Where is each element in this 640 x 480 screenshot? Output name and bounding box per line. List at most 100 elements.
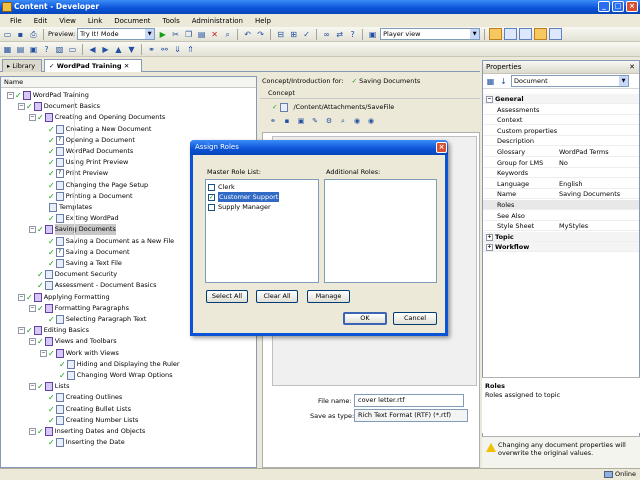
tree-expand-icon[interactable]: − xyxy=(7,92,14,99)
property-row[interactable]: Language English xyxy=(483,179,639,189)
role-item[interactable]: Clerk xyxy=(206,182,318,192)
ok-button[interactable]: OK xyxy=(343,312,387,325)
tree-item[interactable]: − ✓ Creating and Opening Documents xyxy=(29,112,165,123)
tree-item[interactable]: − ✓ Applying Formatting xyxy=(18,292,110,303)
help-icon[interactable]: ? xyxy=(347,29,358,40)
tree-item[interactable]: −✓Assessment - Document Basics xyxy=(29,280,157,291)
properties-object-select[interactable]: Document ▼ xyxy=(511,75,629,87)
tree-expand-icon[interactable]: − xyxy=(29,114,36,122)
property-row[interactable]: Custom properties xyxy=(483,126,639,136)
role-checkbox[interactable] xyxy=(208,183,215,191)
concept-zoom-icon[interactable]: ⌕ xyxy=(338,116,348,127)
link-icon[interactable]: ⚭ xyxy=(146,44,157,55)
property-row[interactable]: Name Saving Documents xyxy=(483,189,639,200)
property-row[interactable]: Style Sheet MyStyles xyxy=(483,221,639,232)
role-item[interactable]: Supply Manager xyxy=(206,202,318,212)
spell-icon[interactable]: ✓ xyxy=(301,29,312,40)
save-icon[interactable]: ▪ xyxy=(15,29,26,40)
property-expand-icon[interactable]: − xyxy=(486,96,493,103)
role-item[interactable]: ✓ Customer Support xyxy=(206,192,318,202)
tree-item[interactable]: −✓Creating Bullet Lists xyxy=(40,404,131,415)
new-concept-icon[interactable]: ▧ xyxy=(54,44,65,55)
player-view-select[interactable]: Player view ▼ xyxy=(380,28,481,40)
tree-expand-icon[interactable]: − xyxy=(29,383,36,391)
preview-go-icon[interactable]: ▶ xyxy=(157,29,168,40)
concept-save-icon[interactable]: ▪ xyxy=(282,116,292,127)
menu-view[interactable]: View xyxy=(53,17,82,25)
tree-item[interactable]: −✓WordPad Documents xyxy=(40,146,133,157)
tree-item[interactable]: −✓Saving a Document as a New File xyxy=(40,236,174,247)
master-role-list[interactable]: Clerk ✓ Customer Support Supply Manager xyxy=(205,179,319,283)
property-expand-icon[interactable]: + xyxy=(486,233,493,241)
property-row[interactable]: Context xyxy=(483,115,639,126)
property-row[interactable]: Keywords xyxy=(483,168,639,179)
layout-split-button[interactable] xyxy=(504,28,518,40)
move-left-icon[interactable]: ◀ xyxy=(87,44,98,55)
concept-edit-icon[interactable]: ✎ xyxy=(310,116,320,127)
tree-expand-icon[interactable]: − xyxy=(29,226,36,234)
tree-item[interactable]: −✓Creating Number Lists xyxy=(40,415,138,426)
paste-icon[interactable]: ▤ xyxy=(196,29,207,40)
layout-grid-button[interactable] xyxy=(549,28,563,40)
cut-icon[interactable]: ✂ xyxy=(170,29,181,40)
property-row[interactable]: Roles xyxy=(483,200,639,210)
tree-item[interactable]: −✓?Saving a Document xyxy=(40,247,130,258)
tree-item[interactable]: − ✓ Lists xyxy=(29,381,69,392)
tree-item[interactable]: −✓Creating a New Document xyxy=(40,124,151,135)
tree-expand-icon[interactable]: − xyxy=(29,428,36,435)
role-checkbox[interactable]: ✓ xyxy=(208,193,215,201)
menu-help[interactable]: Help xyxy=(249,17,277,25)
tree-item[interactable]: −✓Changing the Page Setup xyxy=(40,180,148,191)
tree-item[interactable]: − ✓ Views and Toolbars xyxy=(29,336,117,347)
tree-item[interactable]: −✓Inserting the Date xyxy=(40,437,125,448)
file-name-field[interactable]: cover letter.rtf xyxy=(354,394,464,407)
dialog-close-button[interactable]: × xyxy=(436,142,447,153)
tree-expand-icon[interactable]: − xyxy=(18,293,25,301)
menu-administration[interactable]: Administration xyxy=(186,17,249,25)
close-window-button[interactable]: × xyxy=(626,1,638,12)
tree-item[interactable]: − ✓ Work with Views xyxy=(40,348,119,359)
checkin-icon[interactable]: ⇑ xyxy=(185,44,196,55)
delete-icon[interactable]: ✕ xyxy=(209,29,220,40)
new-topic-icon[interactable]: ▣ xyxy=(28,44,39,55)
properties-close-icon[interactable]: ✕ xyxy=(629,61,635,74)
move-right-icon[interactable]: ▶ xyxy=(100,44,111,55)
new-folder-icon[interactable]: ▦ xyxy=(2,44,13,55)
menu-document[interactable]: Document xyxy=(108,17,156,25)
preview-mode-select[interactable]: Try It! Mode ▼ xyxy=(77,28,156,40)
role-checkbox[interactable] xyxy=(208,203,215,211)
tree-item[interactable]: − Templates xyxy=(40,202,92,213)
tree-expand-icon[interactable]: − xyxy=(29,338,36,346)
layout-vertical-button[interactable] xyxy=(534,28,548,40)
replace-icon[interactable]: ⇄ xyxy=(334,29,345,40)
indent-icon[interactable]: ⊞ xyxy=(288,29,299,40)
tree-item[interactable]: −✓?Opening a Document xyxy=(40,135,135,146)
save-type-select[interactable]: Rich Text Format (RTF) (*.rtf) xyxy=(354,409,468,422)
tab-library[interactable]: ▸ Library xyxy=(2,59,42,72)
tree-expand-icon[interactable]: − xyxy=(18,103,25,111)
property-row[interactable]: Description xyxy=(483,136,639,147)
tree-item[interactable]: − ✓ Saving Documents xyxy=(29,224,116,236)
concept-forward-icon[interactable]: ◉ xyxy=(366,116,376,127)
property-row[interactable]: Assessments xyxy=(483,105,639,115)
unlink-icon[interactable]: ⚯ xyxy=(159,44,170,55)
new-question-icon[interactable]: ? xyxy=(41,44,52,55)
find-icon[interactable]: ⌕ xyxy=(222,29,233,40)
alphabetical-icon[interactable]: ↓ xyxy=(498,76,509,87)
property-group-workflow[interactable]: + Workflow xyxy=(483,242,639,253)
tree-item[interactable]: −✓Changing Word Wrap Options xyxy=(51,370,173,381)
select-all-button[interactable]: Select All xyxy=(206,290,248,303)
additional-roles-list[interactable] xyxy=(324,179,437,283)
new-section-icon[interactable]: ▤ xyxy=(15,44,26,55)
tree-item[interactable]: −✓Printing a Document xyxy=(40,191,133,202)
move-up-icon[interactable]: ▲ xyxy=(113,44,124,55)
property-expand-icon[interactable]: + xyxy=(486,244,493,252)
menu-file[interactable]: File xyxy=(4,17,28,25)
tree-expand-icon[interactable]: − xyxy=(40,349,47,357)
tree-item[interactable]: −✓Hiding and Displaying the Ruler xyxy=(51,359,180,370)
cancel-button[interactable]: Cancel xyxy=(393,312,437,325)
property-group-general[interactable]: − General xyxy=(483,94,639,104)
tree-item[interactable]: − ✓ Editing Basics xyxy=(18,325,89,336)
copy-icon[interactable]: ❐ xyxy=(183,29,194,40)
tree-item[interactable]: − ✓ WordPad Training xyxy=(7,90,89,101)
